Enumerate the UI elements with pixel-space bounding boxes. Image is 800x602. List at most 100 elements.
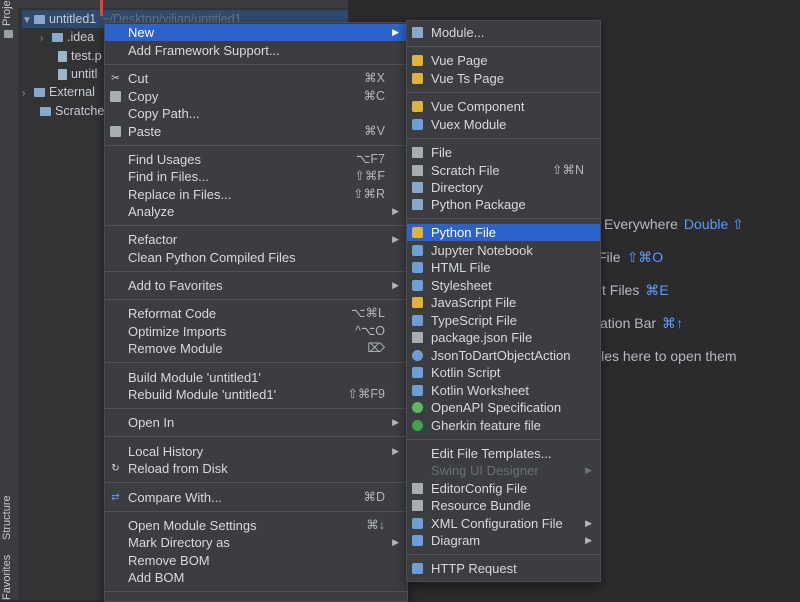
chevron-right-icon: ▶ [392, 537, 399, 547]
submenu-item-diagram[interactable]: Diagram ▶ [407, 532, 600, 549]
menu-item-reformat-code[interactable]: Reformat Code ⌥⌘L [105, 305, 407, 322]
dart-icon [412, 350, 423, 361]
submenu-item-python-file[interactable]: Python File [407, 224, 600, 241]
menu-item-open-module-settings[interactable]: Open Module Settings ⌘↓ [105, 517, 407, 534]
menu-item-copy[interactable]: Copy ⌘C [105, 88, 407, 105]
tree-row-label: .idea [67, 30, 95, 44]
menu-separator [407, 439, 600, 440]
tree-row-idea[interactable]: › .idea [40, 28, 94, 46]
menu-item-local-history[interactable]: Local History ▶ [105, 443, 407, 460]
menu-item-cut[interactable]: ✂ Cut ⌘X [105, 70, 407, 87]
vuex-icon [412, 119, 423, 130]
chevron-down-icon[interactable]: ▼ [22, 12, 34, 30]
red-arrow-annotation [100, 0, 103, 16]
menu-item-refactor[interactable]: Refactor ▶ [105, 231, 407, 248]
vue-icon [412, 101, 423, 112]
python-file-icon [58, 51, 67, 63]
submenu-item-xml-configuration-file[interactable]: XML Configuration File ▶ [407, 515, 600, 532]
submenu-item-vue-component[interactable]: Vue Component [407, 98, 600, 115]
menu-separator [105, 362, 407, 363]
menu-item-build-module[interactable]: Build Module 'untitled1' [105, 369, 407, 386]
submenu-item-editorconfig-file[interactable]: EditorConfig File [407, 480, 600, 497]
submenu-item-edit-file-templates[interactable]: Edit File Templates... [407, 445, 600, 462]
submenu-item-resource-bundle[interactable]: Resource Bundle [407, 497, 600, 514]
submenu-item-vue-ts-page[interactable]: Vue Ts Page [407, 70, 600, 87]
tree-row-test-py[interactable]: test.p [58, 47, 102, 65]
menu-separator [105, 64, 407, 65]
tree-row-label: test.p [71, 49, 102, 63]
submenu-item-kotlin-worksheet[interactable]: Kotlin Worksheet [407, 382, 600, 399]
submenu-item-html-file[interactable]: HTML File [407, 259, 600, 276]
menu-separator [407, 138, 600, 139]
tree-header [18, 0, 348, 8]
menu-item-remove-module[interactable]: Remove Module ⌦ [105, 340, 407, 357]
menu-item-reload-from-disk[interactable]: ↻ Reload from Disk [105, 460, 407, 477]
menu-item-mark-directory-as[interactable]: Mark Directory as ▶ [105, 534, 407, 551]
menu-item-remove-bom[interactable]: Remove BOM [105, 552, 407, 569]
submenu-item-jupyter-notebook[interactable]: Jupyter Notebook [407, 242, 600, 259]
menu-separator [105, 145, 407, 146]
chevron-right-icon[interactable]: › [40, 30, 52, 48]
project-tool-tab[interactable]: Project [1, 0, 13, 26]
folder-icon [52, 33, 63, 43]
structure-tool-tab[interactable]: Structure [1, 495, 13, 540]
menu-item-add-to-favorites[interactable]: Add to Favorites ▶ [105, 277, 407, 294]
menu-item-compare-with[interactable]: ⇄ Compare With... ⌘D [105, 489, 407, 506]
menu-separator [407, 554, 600, 555]
typescript-icon [412, 315, 423, 326]
menu-item-find-in-files[interactable]: Find in Files... ⇧⌘F [105, 168, 407, 185]
menu-item-paste[interactable]: Paste ⌘V [105, 123, 407, 140]
library-icon [34, 88, 45, 98]
chevron-right-icon: ▶ [392, 417, 399, 427]
menu-separator [105, 271, 407, 272]
submenu-item-typescript-file[interactable]: TypeScript File [407, 312, 600, 329]
tree-row-scratches[interactable]: Scratche [40, 102, 104, 120]
chevron-right-icon[interactable]: › [22, 85, 34, 103]
chevron-right-icon: ▶ [585, 465, 592, 475]
submenu-item-module[interactable]: Module... [407, 24, 600, 41]
menu-item-new[interactable]: New ▶ [105, 24, 407, 41]
submenu-item-file[interactable]: File [407, 144, 600, 161]
submenu-item-package-json-file[interactable]: package.json File [407, 329, 600, 346]
file-icon [58, 69, 67, 81]
submenu-item-python-package[interactable]: Python Package [407, 196, 600, 213]
menu-item-rebuild-module[interactable]: Rebuild Module 'untitled1' ⇧⌘F9 [105, 386, 407, 403]
menu-item-add-bom[interactable]: Add BOM [105, 569, 407, 586]
menu-item-open-in[interactable]: Open In ▶ [105, 414, 407, 431]
tree-row-label: Scratche [55, 104, 105, 118]
menu-item-optimize-imports[interactable]: Optimize Imports ^⌥O [105, 323, 407, 340]
submenu-item-directory[interactable]: Directory [407, 179, 600, 196]
project-folder-icon [4, 30, 13, 38]
favorites-tool-tab[interactable]: Favorites [1, 555, 13, 600]
submenu-item-openapi-specification[interactable]: OpenAPI Specification [407, 399, 600, 416]
jupyter-icon [412, 245, 423, 256]
submenu-item-stylesheet[interactable]: Stylesheet [407, 277, 600, 294]
openapi-icon [412, 402, 423, 413]
menu-item-add-framework-support[interactable]: Add Framework Support... [105, 42, 407, 59]
submenu-item-vuex-module[interactable]: Vuex Module [407, 116, 600, 133]
submenu-item-gherkin-feature-file[interactable]: Gherkin feature file [407, 417, 600, 434]
menu-separator [105, 436, 407, 437]
submenu-item-kotlin-script[interactable]: Kotlin Script [407, 364, 600, 381]
tree-row-untitled-file[interactable]: untitl [58, 65, 97, 83]
kotlin-icon [412, 385, 423, 396]
menu-separator [407, 46, 600, 47]
menu-separator [105, 482, 407, 483]
hint-recent-files: t Files ⌘E [602, 282, 669, 298]
project-context-menu: New ▶ Add Framework Support... ✂ Cut ⌘X Cop… [104, 22, 408, 602]
menu-item-find-usages[interactable]: Find Usages ⌥F7 [105, 151, 407, 168]
tree-row-external-libraries[interactable]: › External [22, 83, 95, 101]
menu-item-replace-in-files[interactable]: Replace in Files... ⇧⌘R [105, 186, 407, 203]
chevron-right-icon: ▶ [392, 206, 399, 216]
submenu-item-javascript-file[interactable]: JavaScript File [407, 294, 600, 311]
submenu-item-http-request[interactable]: HTTP Request [407, 560, 600, 577]
menu-separator [407, 218, 600, 219]
paste-icon [110, 126, 121, 137]
submenu-item-vue-page[interactable]: Vue Page [407, 52, 600, 69]
submenu-item-json-to-dart[interactable]: JsonToDartObjectAction [407, 347, 600, 364]
python-icon [412, 227, 423, 238]
submenu-item-scratch-file[interactable]: Scratch File ⇧⌘N [407, 162, 600, 179]
menu-item-copy-path[interactable]: Copy Path... [105, 105, 407, 122]
menu-item-clean-python-compiled-files[interactable]: Clean Python Compiled Files [105, 249, 407, 266]
menu-item-analyze[interactable]: Analyze ▶ [105, 203, 407, 220]
